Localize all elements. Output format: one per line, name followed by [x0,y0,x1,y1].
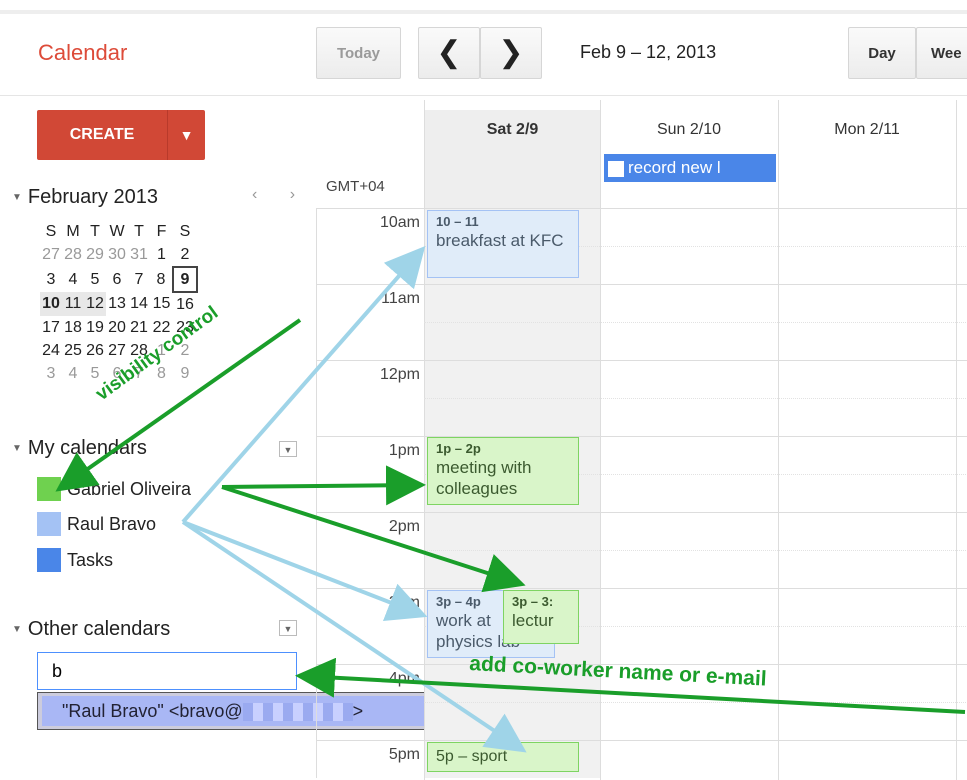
arrow-blue-sport [181,520,527,753]
arrow-green-lecture [221,485,526,593]
arrow-blue-breakfast [181,245,426,524]
arrow-green-meeting [221,465,426,506]
